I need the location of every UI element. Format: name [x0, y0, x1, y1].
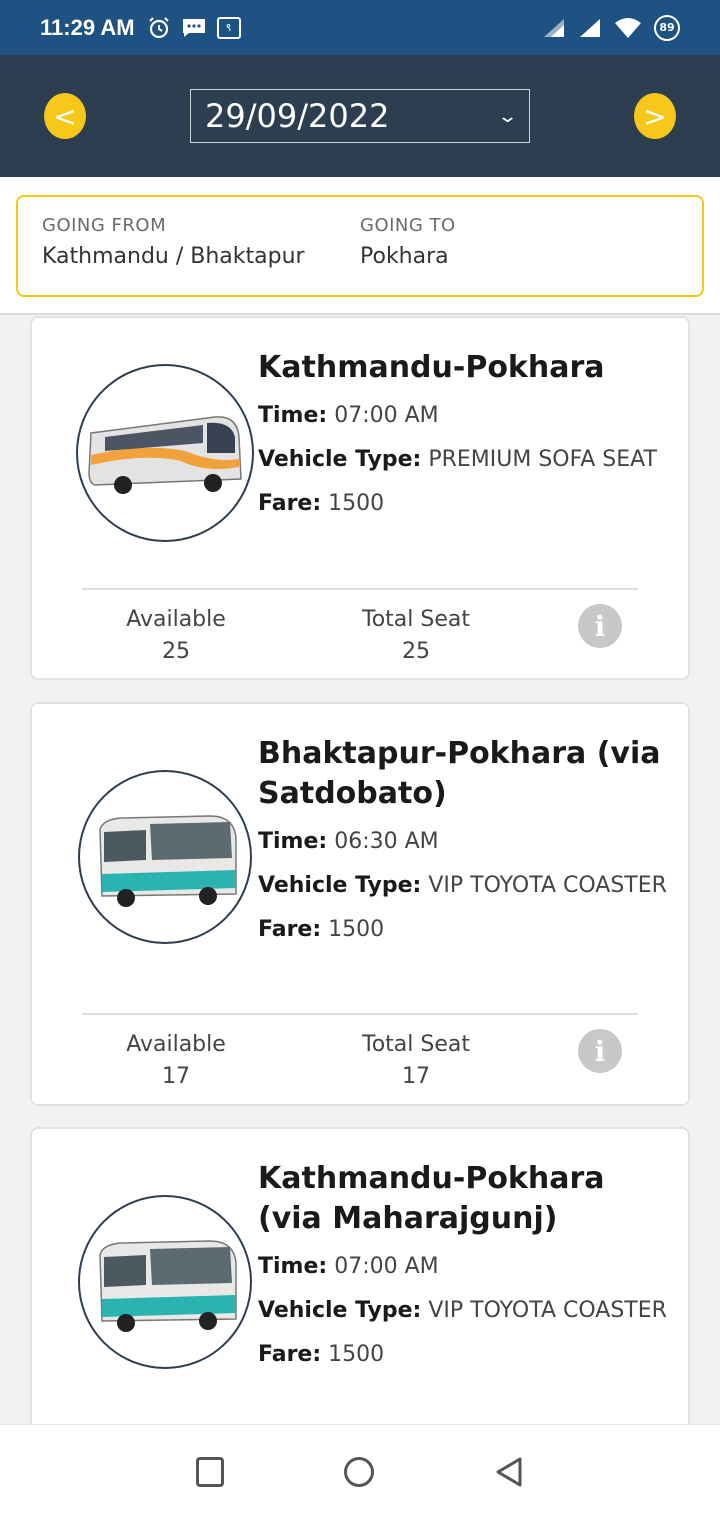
bus-icon	[88, 416, 242, 494]
going-from: GOING FROM Kathmandu / Bhaktapur	[42, 215, 305, 269]
route-panel: GOING FROM Kathmandu / Bhaktapur GOING T…	[0, 177, 720, 315]
trip-fare-label: Fare:	[258, 917, 322, 942]
trip-time-value: 07:00 AM	[334, 1254, 439, 1279]
alarm-icon	[148, 16, 169, 38]
wifi-icon	[615, 17, 641, 38]
trip-fare-value: 1500	[328, 917, 385, 942]
message-icon	[182, 18, 205, 37]
going-to-label: GOING TO	[360, 215, 456, 236]
selected-date: 29/09/2022	[205, 97, 390, 135]
total-seat-label: Total Seat	[362, 607, 470, 632]
info-icon[interactable]: i	[578, 1029, 622, 1073]
trip-time-label: Time:	[258, 1254, 328, 1279]
trip-vehicle: Vehicle Type: PREMIUM SOFA SEAT	[258, 444, 668, 476]
trip-title: Kathmandu-Pokhara	[258, 350, 605, 385]
total-seats: Total Seat 17	[316, 1029, 516, 1093]
bus-icon	[99, 815, 237, 907]
bus-image	[78, 1195, 252, 1369]
home-icon[interactable]	[344, 1457, 374, 1487]
bus-image	[78, 770, 252, 944]
available-seats: Available 25	[76, 604, 276, 668]
total-seats: Total Seat 25	[316, 604, 516, 668]
going-to-value: Pokhara	[360, 244, 449, 269]
trip-card[interactable]: Kathmandu-Pokhara (via Maharajgunj) Time…	[30, 1127, 690, 1424]
trip-vehicle: Vehicle Type: VIP TOYOTA COASTER	[258, 1295, 668, 1327]
app-notification-icon: ९	[216, 16, 241, 39]
available-seats: Available 17	[76, 1029, 276, 1093]
status-notification-icons: ९	[147, 16, 241, 40]
trip-vehicle-value: PREMIUM SOFA SEAT	[428, 447, 657, 472]
trip-info: Kathmandu-Pokhara (via Maharajgunj) Time…	[258, 1159, 668, 1371]
trip-title: Kathmandu-Pokhara (via Maharajgunj)	[258, 1161, 605, 1236]
battery-icon: 89	[654, 14, 680, 41]
going-from-value: Kathmandu / Bhaktapur	[42, 244, 305, 269]
trip-fare-label: Fare:	[258, 1342, 322, 1367]
trip-vehicle-label: Vehicle Type:	[258, 1298, 422, 1323]
trip-time: Time: 07:00 AM	[258, 400, 668, 432]
trip-time-value: 06:30 AM	[334, 829, 439, 854]
previous-date-button[interactable]: <	[44, 93, 86, 139]
available-value: 25	[162, 639, 190, 664]
card-divider	[82, 1013, 638, 1015]
chevron-down-icon: ⌄	[496, 105, 519, 127]
trip-time-label: Time:	[258, 829, 328, 854]
system-navigation-bar	[0, 1424, 720, 1520]
available-label: Available	[126, 1032, 226, 1057]
route-card[interactable]: GOING FROM Kathmandu / Bhaktapur GOING T…	[16, 195, 704, 297]
trip-fare: Fare: 1500	[258, 488, 668, 520]
trip-vehicle-label: Vehicle Type:	[258, 873, 422, 898]
recent-apps-icon[interactable]	[196, 1457, 224, 1487]
trip-vehicle-value: VIP TOYOTA COASTER	[428, 1298, 667, 1323]
trip-time: Time: 06:30 AM	[258, 826, 668, 858]
trip-vehicle: Vehicle Type: VIP TOYOTA COASTER	[258, 870, 668, 902]
trip-fare-label: Fare:	[258, 491, 322, 516]
trip-info: Bhaktapur-Pokhara (via Satdobato) Time: …	[258, 734, 668, 946]
trip-fare-value: 1500	[328, 491, 385, 516]
trip-card[interactable]: Kathmandu-Pokhara Time: 07:00 AM Vehicle…	[30, 316, 690, 680]
bus-icon	[99, 1240, 237, 1332]
info-icon[interactable]: i	[578, 604, 622, 648]
date-dropdown[interactable]: 29/09/2022 ⌄	[190, 89, 530, 143]
back-icon[interactable]	[494, 1456, 524, 1488]
status-time: 11:29 AM	[40, 14, 135, 40]
trip-fare: Fare: 1500	[258, 914, 668, 946]
trip-card[interactable]: Bhaktapur-Pokhara (via Satdobato) Time: …	[30, 702, 690, 1106]
total-seat-label: Total Seat	[362, 1032, 470, 1057]
trip-fare-value: 1500	[328, 1342, 385, 1367]
going-to: GOING TO Pokhara	[360, 215, 456, 269]
trip-info: Kathmandu-Pokhara Time: 07:00 AM Vehicle…	[258, 348, 668, 520]
status-bar: 11:29 AM ९ 89	[0, 0, 720, 55]
total-seat-value: 25	[402, 639, 430, 664]
trip-title: Bhaktapur-Pokhara (via Satdobato)	[258, 736, 661, 811]
trip-time-value: 07:00 AM	[334, 403, 439, 428]
trip-fare: Fare: 1500	[258, 1339, 668, 1371]
bus-image	[76, 364, 254, 542]
date-header: < 29/09/2022 ⌄ >	[0, 55, 720, 177]
next-date-button[interactable]: >	[634, 93, 676, 139]
trip-vehicle-label: Vehicle Type:	[258, 447, 422, 472]
trip-vehicle-value: VIP TOYOTA COASTER	[428, 873, 667, 898]
available-label: Available	[126, 607, 226, 632]
signal-icon	[544, 18, 564, 37]
going-from-label: GOING FROM	[42, 215, 167, 236]
signal-icon-2	[580, 18, 600, 37]
available-value: 17	[162, 1064, 190, 1089]
total-seat-value: 17	[402, 1064, 430, 1089]
trip-time-label: Time:	[258, 403, 328, 428]
trip-time: Time: 07:00 AM	[258, 1251, 668, 1283]
trip-list: Kathmandu-Pokhara Time: 07:00 AM Vehicle…	[0, 316, 720, 1424]
card-divider	[82, 588, 638, 590]
